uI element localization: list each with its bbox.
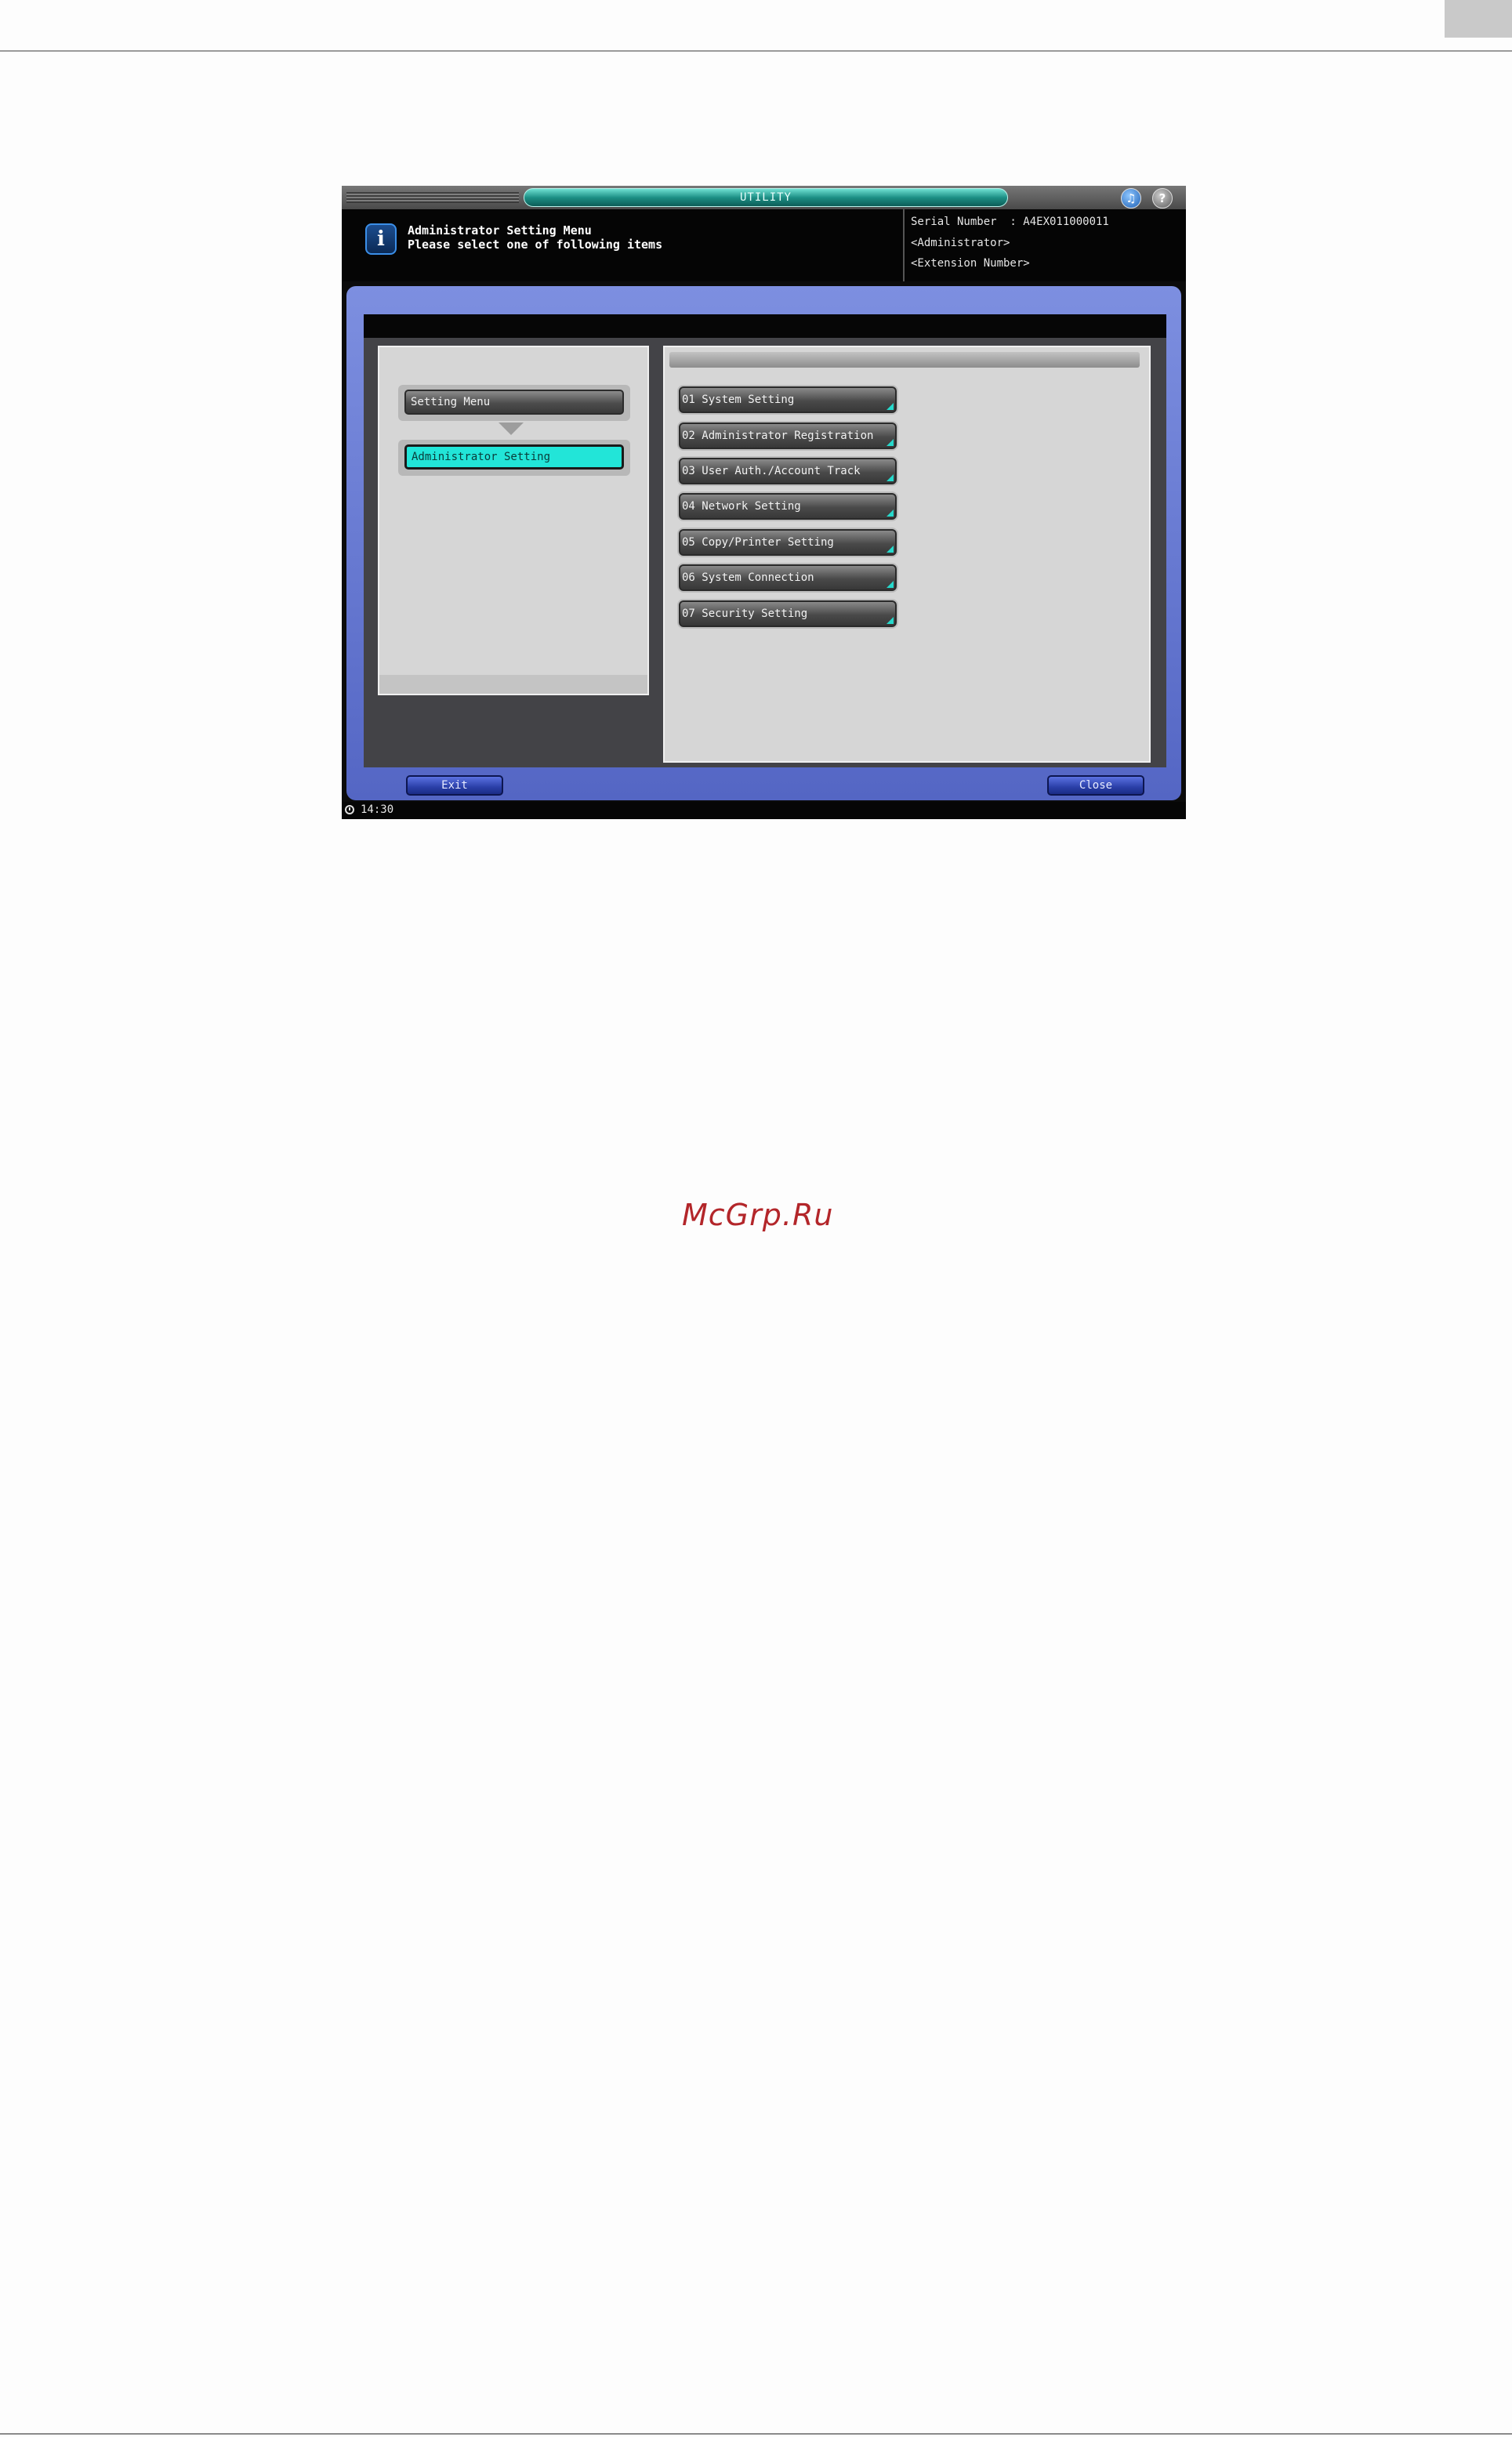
- corner-arrow-icon: [887, 403, 894, 410]
- menu-panel: 01 System Setting 02 Administrator Regis…: [663, 346, 1151, 763]
- menu-item-label: 02 Administrator Registration: [682, 430, 874, 442]
- utility-title: UTILITY: [524, 188, 1008, 207]
- menu-item-label: 06 System Connection: [682, 571, 814, 584]
- message-divider: [903, 209, 905, 281]
- menu-item-label: 03 User Auth./Account Track: [682, 465, 861, 477]
- breadcrumb-active-wrap: Administrator Setting: [398, 440, 630, 476]
- system-setting-button[interactable]: 01 System Setting: [679, 386, 897, 413]
- page-corner-tab: [1445, 0, 1512, 38]
- user-auth-account-track-button[interactable]: 03 User Auth./Account Track: [679, 458, 897, 484]
- clock-icon: [345, 805, 354, 814]
- administrator-registration-button[interactable]: 02 Administrator Registration: [679, 422, 897, 449]
- corner-arrow-icon: [887, 617, 894, 624]
- bottom-button-bar: Exit Close: [362, 772, 1165, 796]
- corner-arrow-icon: [887, 510, 894, 517]
- menu-panel-header: [669, 352, 1140, 368]
- serial-number: Serial Number : A4EX011000011: [911, 216, 1109, 228]
- utility-screen: UTILITY ♫ ? i Administrator Setting Menu…: [342, 186, 1186, 819]
- menu-item-label: 05 Copy/Printer Setting: [682, 536, 834, 549]
- title-bar: UTILITY ♫ ?: [342, 186, 1186, 209]
- watermark-text: McGrp.Ru: [682, 1198, 834, 1232]
- down-arrow-icon: [499, 422, 524, 435]
- main-frame: Setting Menu Administrator Setting 01 Sy…: [346, 286, 1181, 800]
- corner-arrow-icon: [887, 474, 894, 481]
- breadcrumb-panel-footer: [379, 675, 647, 694]
- user-name: <Administrator>: [911, 237, 1010, 249]
- exit-button[interactable]: Exit: [406, 775, 503, 796]
- breadcrumb-panel: Setting Menu Administrator Setting: [378, 346, 649, 695]
- menu-item-label: 04 Network Setting: [682, 500, 801, 513]
- content-area: Setting Menu Administrator Setting 01 Sy…: [364, 314, 1166, 767]
- extension-number: <Extension Number>: [911, 257, 1030, 270]
- title-bar-decoration: [346, 192, 519, 203]
- security-setting-button[interactable]: 07 Security Setting: [679, 600, 897, 627]
- message-area: i Administrator Setting Menu Please sele…: [342, 209, 1186, 281]
- clock-time: 14:30: [361, 803, 394, 816]
- help-icon[interactable]: ?: [1152, 188, 1173, 209]
- corner-arrow-icon: [887, 546, 894, 553]
- menu-item-label: 01 System Setting: [682, 393, 795, 406]
- status-bar: 14:30: [342, 802, 1186, 819]
- breadcrumb-setting-menu[interactable]: Setting Menu: [404, 390, 624, 415]
- message-subtitle: Please select one of following items: [408, 238, 663, 252]
- corner-arrow-icon: [887, 439, 894, 446]
- content-header-bar: [364, 314, 1166, 338]
- breadcrumb-parent-wrap: Setting Menu: [398, 385, 630, 421]
- corner-arrow-icon: [887, 581, 894, 588]
- breadcrumb-administrator-setting[interactable]: Administrator Setting: [404, 444, 624, 470]
- message-title: Administrator Setting Menu: [408, 223, 592, 238]
- copy-printer-setting-button[interactable]: 05 Copy/Printer Setting: [679, 529, 897, 556]
- bottom-rule: [0, 2433, 1512, 2435]
- system-connection-button[interactable]: 06 System Connection: [679, 564, 897, 591]
- close-button[interactable]: Close: [1047, 775, 1144, 796]
- info-icon: i: [365, 223, 397, 255]
- menu-item-label: 07 Security Setting: [682, 607, 808, 620]
- speaker-icon[interactable]: ♫: [1121, 188, 1141, 209]
- top-rule: [0, 50, 1512, 52]
- network-setting-button[interactable]: 04 Network Setting: [679, 493, 897, 520]
